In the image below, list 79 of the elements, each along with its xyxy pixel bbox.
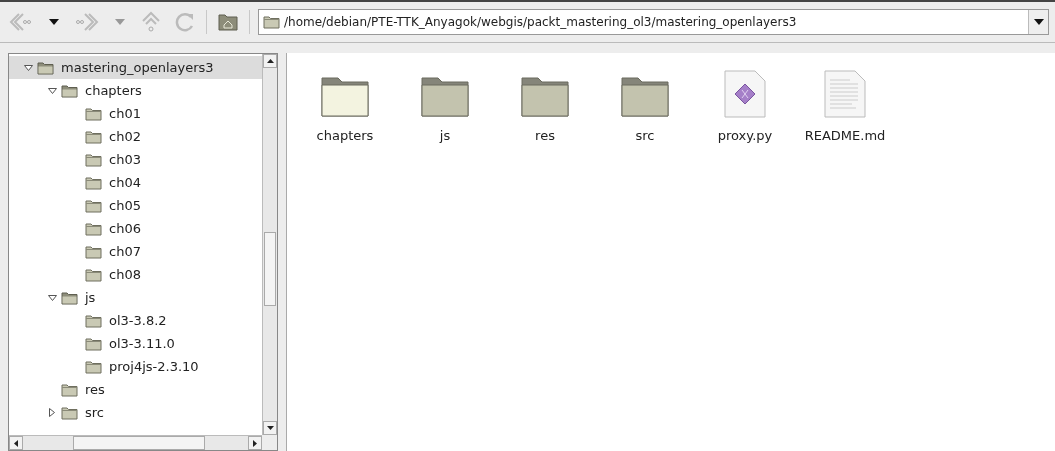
tree-item[interactable]: proj4js-2.3.10 bbox=[9, 355, 262, 378]
folder-name: ch03 bbox=[109, 152, 141, 167]
tree-item[interactable]: ol3-3.11.0 bbox=[9, 332, 262, 355]
file-item[interactable]: README.md bbox=[795, 63, 895, 143]
file-item[interactable]: chapters bbox=[295, 63, 395, 143]
vertical-scrollbar[interactable] bbox=[262, 54, 277, 435]
folder-icon bbox=[85, 336, 102, 351]
arrow-right-icon[interactable] bbox=[253, 439, 257, 447]
tree-item[interactable]: ch04 bbox=[9, 171, 262, 194]
folder-name: ch08 bbox=[109, 267, 141, 282]
expander-icon[interactable] bbox=[47, 87, 57, 94]
folder-name: ch01 bbox=[109, 106, 141, 121]
file-item[interactable]: proxy.py bbox=[695, 63, 795, 143]
folder-name: ch02 bbox=[109, 129, 141, 144]
folder-icon bbox=[85, 175, 102, 190]
folder-icon bbox=[61, 382, 78, 397]
script-file-icon bbox=[724, 70, 766, 118]
folder-name: src bbox=[85, 405, 104, 420]
folder-icon bbox=[61, 405, 78, 420]
arrow-down-icon[interactable] bbox=[266, 426, 274, 430]
tree-item[interactable]: ch07 bbox=[9, 240, 262, 263]
tree-item[interactable]: ch03 bbox=[9, 148, 262, 171]
tree-item[interactable]: ch02 bbox=[9, 125, 262, 148]
tree-item[interactable]: src bbox=[9, 401, 262, 424]
folder-name: ol3-3.8.2 bbox=[109, 313, 167, 328]
folder-icon bbox=[61, 290, 78, 305]
folder-icon bbox=[263, 15, 280, 29]
tree-item[interactable]: mastering_openlayers3 bbox=[9, 56, 262, 79]
folder-icon bbox=[85, 313, 102, 328]
folder-name: res bbox=[85, 382, 105, 397]
file-item[interactable]: js bbox=[395, 63, 495, 143]
caret-icon bbox=[1033, 19, 1044, 25]
expander-icon[interactable] bbox=[47, 294, 57, 301]
folder-icon bbox=[85, 198, 102, 213]
folder-icon bbox=[85, 267, 102, 282]
folder-name: js bbox=[85, 290, 96, 305]
arrow-up-icon[interactable] bbox=[266, 59, 274, 63]
expander-icon[interactable] bbox=[49, 408, 55, 417]
tree-item[interactable]: ch05 bbox=[9, 194, 262, 217]
file-item[interactable]: res bbox=[495, 63, 595, 143]
location-dropdown[interactable] bbox=[1028, 10, 1048, 34]
caret-icon bbox=[49, 19, 59, 25]
folder-icon bbox=[620, 74, 670, 118]
tree-item[interactable]: ch01 bbox=[9, 102, 262, 125]
folder-name: ch06 bbox=[109, 221, 141, 236]
tree-item[interactable]: ch08 bbox=[9, 263, 262, 286]
folder-name: ch04 bbox=[109, 175, 141, 190]
folder-icon bbox=[37, 60, 54, 75]
folder-name: ch05 bbox=[109, 198, 141, 213]
folder-icon bbox=[85, 106, 102, 121]
folder-icon bbox=[85, 221, 102, 236]
folder-name: mastering_openlayers3 bbox=[61, 60, 214, 75]
scrollbar-thumb[interactable] bbox=[73, 436, 205, 450]
horizontal-scrollbar[interactable] bbox=[9, 435, 262, 450]
tree-item[interactable]: ol3-3.8.2 bbox=[9, 309, 262, 332]
location-field[interactable]: /home/debian/PTE-TTK_Anyagok/webgis/packt_mastering_ol3/mastering_openlayers3 bbox=[258, 9, 1049, 35]
text-file-icon bbox=[824, 70, 866, 118]
tree-item[interactable]: js bbox=[9, 286, 262, 309]
tree-item[interactable]: res bbox=[9, 378, 262, 401]
tree-item[interactable]: ch06 bbox=[9, 217, 262, 240]
folder-icon bbox=[85, 244, 102, 259]
tree-item[interactable]: chapters bbox=[9, 79, 262, 102]
folder-icon bbox=[85, 152, 102, 167]
folder-icon bbox=[520, 74, 570, 118]
folder-name: ch07 bbox=[109, 244, 141, 259]
folder-icon bbox=[85, 129, 102, 144]
folder-icon bbox=[420, 74, 470, 118]
scrollbar-thumb[interactable] bbox=[264, 232, 276, 306]
folder-name: proj4js-2.3.10 bbox=[109, 359, 199, 374]
file-item[interactable]: src bbox=[595, 63, 695, 143]
folder-icon bbox=[85, 359, 102, 374]
folder-name: ol3-3.11.0 bbox=[109, 336, 175, 351]
arrow-left-icon[interactable] bbox=[14, 439, 18, 447]
caret-icon bbox=[115, 19, 125, 25]
folder-icon bbox=[320, 74, 370, 118]
scrollbar-corner bbox=[262, 435, 277, 450]
folder-icon bbox=[61, 83, 78, 98]
expander-icon[interactable] bbox=[23, 64, 33, 71]
folder-name: chapters bbox=[85, 83, 142, 98]
